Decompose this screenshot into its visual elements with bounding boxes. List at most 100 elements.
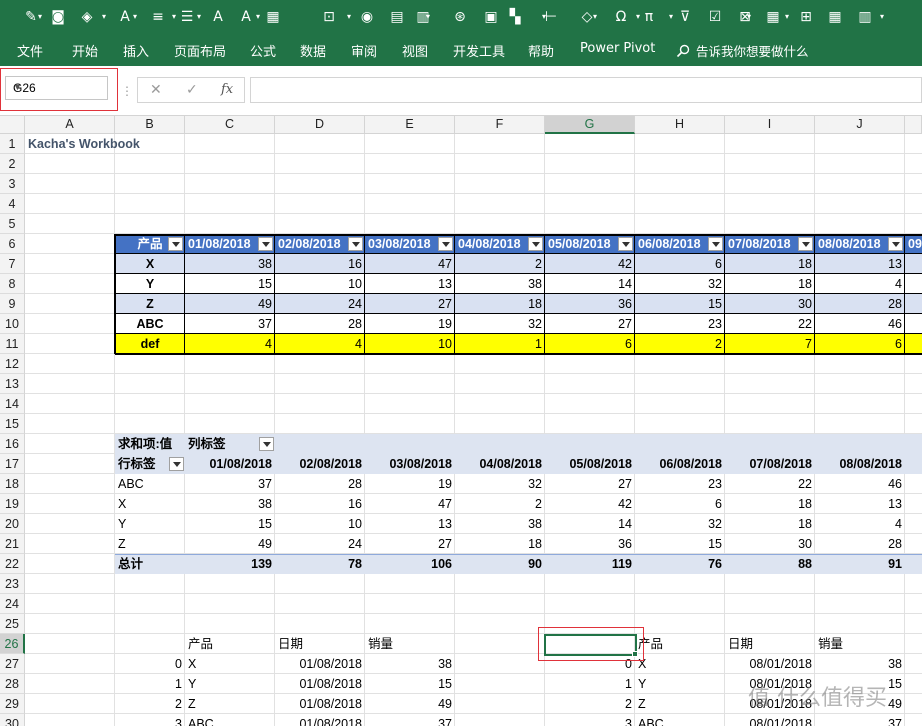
fill-handle[interactable]: [632, 651, 638, 657]
table-row-label[interactable]: ABC: [115, 314, 185, 334]
drag-handle-icon[interactable]: ⋮: [121, 84, 133, 98]
df2-header[interactable]: 产品: [635, 634, 725, 654]
chevron-down-icon[interactable]: ▾: [785, 12, 789, 21]
column-header-c[interactable]: C: [185, 116, 275, 134]
calculator-icon[interactable]: ▦: [764, 8, 782, 26]
pivot-column-label[interactable]: 列标签: [185, 434, 245, 454]
filter-dropdown-icon[interactable]: [888, 237, 903, 251]
filter-dropdown-icon[interactable]: [169, 457, 184, 471]
pivot-cell[interactable]: 27: [545, 474, 635, 494]
df2-product[interactable]: Y: [635, 674, 725, 694]
row-header-1[interactable]: 1: [0, 134, 25, 154]
pivot-column-header[interactable]: 05/08/2018: [545, 454, 635, 474]
pivot-cell[interactable]: 22: [725, 474, 815, 494]
table-cell[interactable]: 32: [635, 274, 725, 294]
pivot-cell[interactable]: 6: [635, 494, 725, 514]
row-header-29[interactable]: 29: [0, 694, 25, 714]
font-shrink-icon[interactable]: A: [237, 8, 255, 26]
column-header-b[interactable]: B: [115, 116, 185, 134]
pivot-cell[interactable]: 13: [365, 514, 455, 534]
table-cell[interactable]: 10: [365, 334, 455, 354]
df1-qty[interactable]: 15: [365, 674, 455, 694]
df2-qty[interactable]: 37: [815, 714, 905, 726]
font-color-icon[interactable]: A: [116, 8, 134, 26]
chevron-down-icon[interactable]: ▾: [669, 12, 673, 21]
row-header-12[interactable]: 12: [0, 354, 25, 374]
pivot-cell[interactable]: 15: [635, 534, 725, 554]
df2-date[interactable]: 08/01/2018: [725, 714, 815, 726]
df1-product[interactable]: ABC: [185, 714, 275, 726]
pivot-cell[interactable]: 23: [635, 474, 725, 494]
row-header-16[interactable]: 16: [0, 434, 25, 454]
filter-dropdown-icon[interactable]: [528, 237, 543, 251]
table-cell[interactable]: [905, 334, 922, 354]
pivot-total-cell[interactable]: 88: [725, 554, 815, 574]
document-icon[interactable]: ▤: [388, 8, 406, 26]
table-cell[interactable]: 18: [725, 274, 815, 294]
pivot-cell[interactable]: 36: [545, 534, 635, 554]
pivot-total-cell[interactable]: 78: [275, 554, 365, 574]
chevron-down-icon[interactable]: ▾: [636, 12, 640, 21]
pivot-total-label[interactable]: 总计: [115, 554, 185, 574]
pivot-cell[interactable]: 16: [275, 494, 365, 514]
df1-date[interactable]: 01/08/2018: [275, 674, 365, 694]
row-header-18[interactable]: 18: [0, 474, 25, 494]
row-header-24[interactable]: 24: [0, 594, 25, 614]
table-row-label[interactable]: Z: [115, 294, 185, 314]
table-header-cell[interactable]: 09: [905, 234, 922, 254]
chevron-down-icon[interactable]: ▾: [172, 12, 176, 21]
pivot-column-header[interactable]: 02/08/2018: [275, 454, 365, 474]
filter-dropdown-icon[interactable]: [258, 237, 273, 251]
format-cells-icon[interactable]: ▣: [482, 8, 500, 26]
row-header-2[interactable]: 2: [0, 154, 25, 174]
chevron-down-icon[interactable]: ▾: [347, 12, 351, 21]
tab-file[interactable]: 文件: [17, 41, 43, 60]
table-cell[interactable]: 13: [815, 254, 905, 274]
pivot-total-cell[interactable]: 119: [545, 554, 635, 574]
df1-header[interactable]: 产品: [185, 634, 275, 654]
df2-index[interactable]: 2: [545, 694, 635, 714]
pivot-cell[interactable]: 18: [725, 494, 815, 514]
row-header-11[interactable]: 11: [0, 334, 25, 354]
table-cell[interactable]: 27: [545, 314, 635, 334]
select-all-corner[interactable]: [0, 116, 25, 134]
fill-color-icon[interactable]: ◈: [78, 8, 96, 26]
pivot-column-header[interactable]: 08/08/2018: [815, 454, 905, 474]
table-cell[interactable]: 28: [275, 314, 365, 334]
pivot-cell[interactable]: 13: [815, 494, 905, 514]
table-row-label[interactable]: X: [115, 254, 185, 274]
df2-index[interactable]: 1: [545, 674, 635, 694]
pivot-total-cell[interactable]: 76: [635, 554, 725, 574]
delete-sheet-icon[interactable]: ⊠: [736, 8, 754, 26]
pivot-cell[interactable]: 47: [365, 494, 455, 514]
table-cell[interactable]: 1: [455, 334, 545, 354]
row-header-6[interactable]: 6: [0, 234, 25, 254]
df2-header[interactable]: 日期: [725, 634, 815, 654]
filter-icon[interactable]: ⊽: [676, 8, 694, 26]
pivot-sum-label[interactable]: 求和项:值: [115, 434, 185, 454]
table-cell[interactable]: 2: [635, 334, 725, 354]
pivot-total-cell[interactable]: 90: [455, 554, 545, 574]
table-cell[interactable]: 6: [635, 254, 725, 274]
table-cell[interactable]: 10: [275, 274, 365, 294]
table-cell[interactable]: 37: [185, 314, 275, 334]
filter-dropdown-icon[interactable]: [798, 237, 813, 251]
table-cell[interactable]: 32: [455, 314, 545, 334]
row-header-4[interactable]: 4: [0, 194, 25, 214]
table-cell[interactable]: 28: [815, 294, 905, 314]
column-header-f[interactable]: F: [455, 116, 545, 134]
table-cell[interactable]: 22: [725, 314, 815, 334]
active-cell[interactable]: [544, 634, 637, 656]
pivot-total-cell[interactable]: 91: [815, 554, 905, 574]
row-header-14[interactable]: 14: [0, 394, 25, 414]
formula-input[interactable]: [250, 77, 922, 103]
pivot-cell[interactable]: 28: [815, 534, 905, 554]
row-header-23[interactable]: 23: [0, 574, 25, 594]
row-header-19[interactable]: 19: [0, 494, 25, 514]
tab-developer[interactable]: 开发工具: [453, 41, 505, 60]
chevron-down-icon[interactable]: ▾: [426, 12, 430, 21]
color-squares-icon[interactable]: ▚: [506, 8, 524, 26]
df1-date[interactable]: 01/08/2018: [275, 694, 365, 714]
tab-help[interactable]: 帮助: [528, 41, 554, 60]
table-row-label[interactable]: Y: [115, 274, 185, 294]
